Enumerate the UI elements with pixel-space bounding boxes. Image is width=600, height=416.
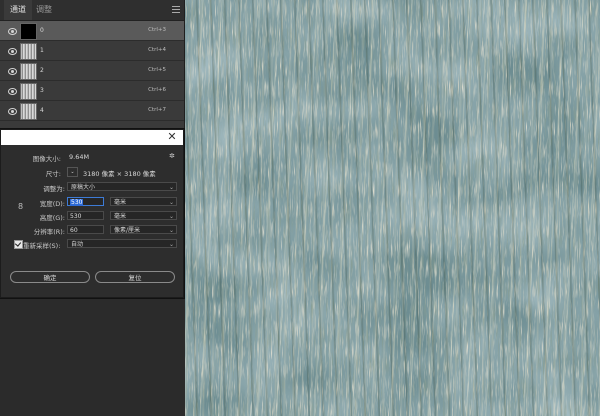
tab-adjustments[interactable]: 调整 xyxy=(30,0,58,20)
chevron-down-icon[interactable]: ⌄ xyxy=(67,167,78,177)
channel-name: 1 xyxy=(40,47,44,54)
eye-icon[interactable] xyxy=(8,28,17,35)
channel-name: 3 xyxy=(40,87,44,94)
tab-channels[interactable]: 通道 xyxy=(4,0,32,20)
resolution-value: 60 xyxy=(70,227,78,234)
image-size-label: 图像大小: xyxy=(32,155,61,163)
gear-icon[interactable]: ✲ xyxy=(169,152,175,160)
channel-row-4[interactable]: 4 Ctrl+7 xyxy=(0,101,184,121)
channel-row-3[interactable]: 3 Ctrl+6 xyxy=(0,81,184,101)
channel-row-0[interactable]: 0 Ctrl+3 xyxy=(0,21,184,41)
resolution-label: 分辨率(R): xyxy=(33,228,65,236)
resample-label: 重新采样(S): xyxy=(23,242,61,250)
panel-menu-icon[interactable] xyxy=(172,6,180,14)
image-size-value: 9.64M xyxy=(69,153,90,161)
fit-to-label: 调整为: xyxy=(43,185,65,193)
width-unit: 毫米 xyxy=(114,199,127,206)
dimensions-label: 尺寸: xyxy=(45,170,61,178)
channel-shortcut: Ctrl+4 xyxy=(148,47,166,53)
channel-name: 0 xyxy=(40,27,44,34)
chevron-down-icon: ⌄ xyxy=(168,241,174,248)
texture-streaks xyxy=(185,0,600,416)
fit-to-select[interactable]: 原稿大小 ⌄ xyxy=(67,182,177,191)
fit-to-value: 原稿大小 xyxy=(71,184,96,191)
width-value: 530 xyxy=(70,199,84,206)
chevron-down-icon: ⌄ xyxy=(168,184,174,191)
resolution-unit-select[interactable]: 像素/厘米 ⌄ xyxy=(110,225,177,234)
reset-button[interactable]: 复位 xyxy=(95,271,175,283)
width-unit-select[interactable]: 毫米 ⌄ xyxy=(110,197,177,206)
channel-thumbnail xyxy=(20,63,37,80)
height-value: 530 xyxy=(70,213,82,220)
height-unit: 毫米 xyxy=(114,213,127,220)
close-icon[interactable]: ✕ xyxy=(166,131,178,143)
channels-panel: 通道 调整 0 Ctrl+3 1 Ctrl+4 2 Ctrl+5 3 Ctrl+… xyxy=(0,0,185,128)
height-unit-select[interactable]: 毫米 ⌄ xyxy=(110,211,177,220)
channel-thumbnail xyxy=(20,43,37,60)
channel-name: 2 xyxy=(40,67,44,74)
channel-shortcut: Ctrl+5 xyxy=(148,67,166,73)
resample-checkbox[interactable] xyxy=(14,240,23,249)
eye-icon[interactable] xyxy=(8,68,17,75)
height-label: 高度(G): xyxy=(39,214,65,222)
image-size-dialog: ✕ 图像大小: 9.64M ✲ 尺寸: ⌄ 3180 像素 × 3180 像素 … xyxy=(0,129,184,298)
resolution-unit: 像素/厘米 xyxy=(114,227,141,234)
ok-button[interactable]: 确定 xyxy=(10,271,90,283)
channel-name: 4 xyxy=(40,107,44,114)
dialog-titlebar: ✕ xyxy=(1,130,183,145)
resample-select[interactable]: 自动 ⌄ xyxy=(67,239,177,248)
channel-row-2[interactable]: 2 Ctrl+5 xyxy=(0,61,184,81)
eye-icon[interactable] xyxy=(8,48,17,55)
width-label: 宽度(D): xyxy=(39,200,65,208)
panel-tabs: 通道 调整 xyxy=(0,0,184,21)
height-input[interactable]: 530 xyxy=(67,211,104,220)
chevron-down-icon: ⌄ xyxy=(168,213,174,220)
channel-thumbnail xyxy=(20,83,37,100)
document-canvas[interactable] xyxy=(185,0,600,416)
eye-icon[interactable] xyxy=(8,88,17,95)
channel-thumbnail xyxy=(20,23,37,40)
resolution-input[interactable]: 60 xyxy=(67,225,104,234)
resample-value: 自动 xyxy=(71,241,84,248)
channel-shortcut: Ctrl+3 xyxy=(148,27,166,33)
channel-shortcut: Ctrl+6 xyxy=(148,87,166,93)
chevron-down-icon: ⌄ xyxy=(168,199,174,206)
channel-thumbnail xyxy=(20,103,37,120)
channel-shortcut: Ctrl+7 xyxy=(148,107,166,113)
width-input[interactable]: 530 xyxy=(67,197,104,206)
chevron-down-icon: ⌄ xyxy=(168,227,174,234)
dimensions-value: 3180 像素 × 3180 像素 xyxy=(83,170,156,178)
channel-row-1[interactable]: 1 Ctrl+4 xyxy=(0,41,184,61)
eye-icon[interactable] xyxy=(8,108,17,115)
